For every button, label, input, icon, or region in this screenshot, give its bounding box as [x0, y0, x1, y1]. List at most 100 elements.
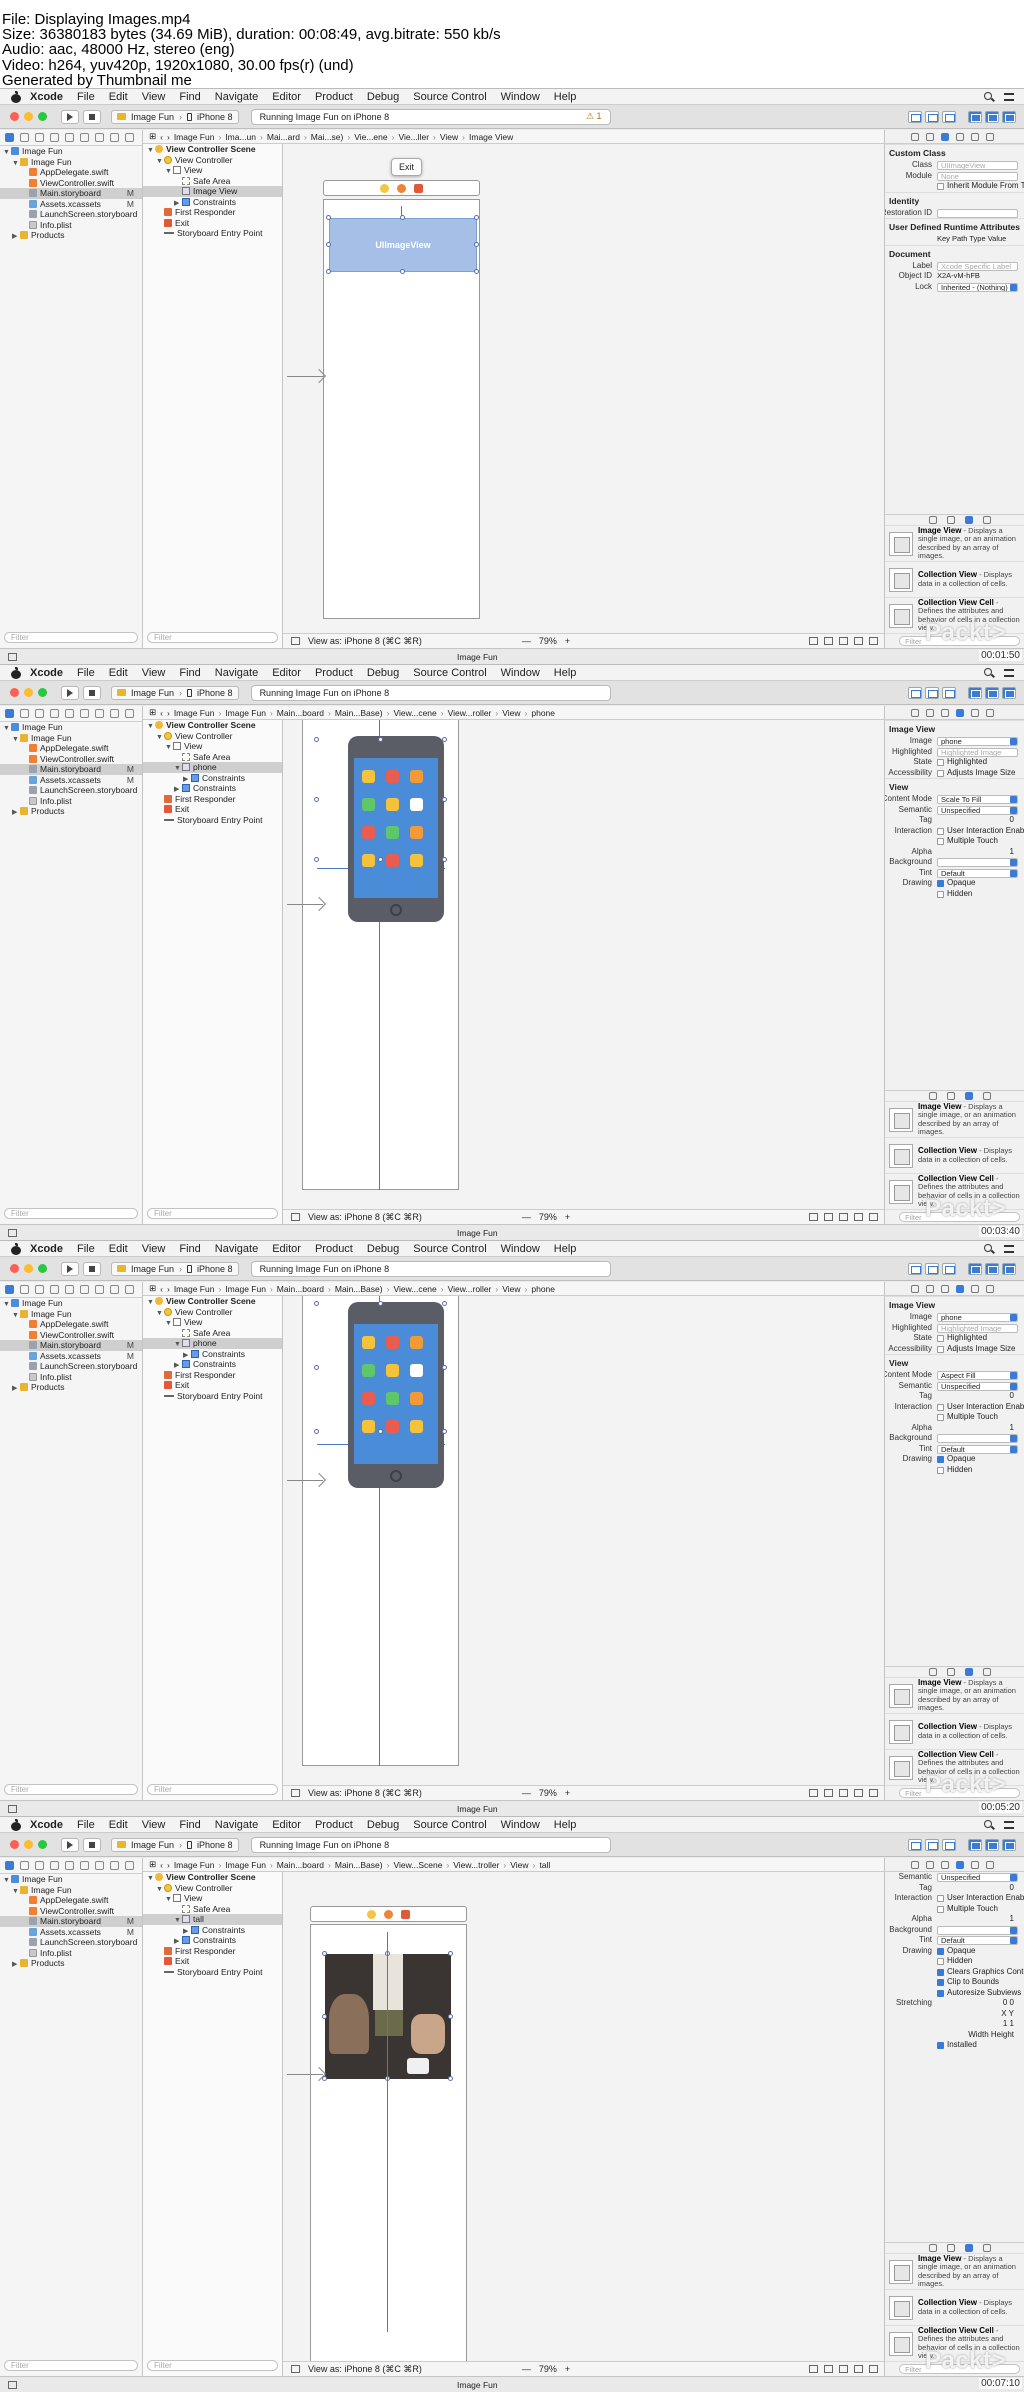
size-inspector-icon[interactable]	[971, 1860, 979, 1869]
inspector-toggle-icon[interactable]	[1002, 1262, 1016, 1275]
attributes-inspector-icon[interactable]	[956, 132, 964, 141]
breadcrumb-item[interactable]: Image Fun	[174, 1860, 215, 1870]
run-button[interactable]	[61, 685, 79, 700]
resize-handle[interactable]	[314, 797, 319, 802]
identity-inspector-icon[interactable]	[941, 132, 949, 141]
property-number[interactable]: 1	[1010, 1914, 1014, 1925]
library-item[interactable]: Image View - Displays a single image, or…	[885, 1678, 1024, 1714]
file-tree-item[interactable]: ▼ Image Fun	[0, 146, 142, 157]
menu-window[interactable]: Window	[501, 91, 540, 103]
outline-item[interactable]: Storyboard Entry Point	[143, 228, 282, 239]
property-number[interactable]: 0	[1010, 1391, 1014, 1402]
property-checkbox[interactable]	[937, 1958, 944, 1965]
resize-handle[interactable]	[442, 797, 447, 802]
navigator-tab-debug-icon[interactable]	[95, 133, 104, 142]
apple-icon[interactable]	[10, 666, 22, 679]
object-library-icon[interactable]	[965, 1668, 973, 1676]
attributes-inspector-icon[interactable]	[956, 1860, 964, 1869]
library-item[interactable]: Image View - Displays a single image, or…	[885, 526, 1024, 562]
navigator-toggle-icon[interactable]	[968, 686, 982, 699]
resize-handle[interactable]	[448, 2013, 453, 2019]
attributes-inspector-icon[interactable]	[956, 708, 964, 717]
menu-source-control[interactable]: Source Control	[413, 1819, 486, 1831]
property-checkbox[interactable]	[937, 1456, 944, 1463]
resolve-issues-icon[interactable]	[869, 637, 878, 645]
breadcrumb-item[interactable]: Main...Base)	[335, 708, 383, 718]
file-tree-item[interactable]: Main.storyboard M	[0, 1340, 142, 1351]
navigator-tab-report-icon[interactable]	[125, 709, 134, 718]
outline-filter-input[interactable]: Filter	[147, 632, 278, 643]
outline-item[interactable]: ▼ View Controller Scene	[143, 1872, 282, 1883]
zoom-window-button[interactable]	[38, 112, 47, 121]
property-checkbox[interactable]	[937, 1895, 944, 1902]
media-library-icon[interactable]	[983, 2244, 991, 2252]
property-field[interactable]: Unspecified	[937, 1381, 1018, 1391]
attributes-inspector-icon[interactable]	[956, 1284, 964, 1293]
resize-handle[interactable]	[448, 1951, 453, 1956]
back-icon[interactable]: ‹	[160, 1284, 163, 1294]
size-inspector-icon[interactable]	[971, 132, 979, 141]
breadcrumb-item[interactable]: View...roller	[448, 708, 492, 718]
file-tree-item[interactable]: LaunchScreen.storyboard	[0, 1937, 142, 1948]
update-frames-icon[interactable]	[809, 2365, 818, 2373]
file-tree-item[interactable]: Info.plist	[0, 796, 142, 807]
first-responder-icon[interactable]	[397, 183, 406, 193]
file-tree-item[interactable]: ▼ Image Fun	[0, 1874, 142, 1885]
stack-icon[interactable]	[824, 1213, 833, 1221]
property-field[interactable]: Default	[937, 1936, 1018, 1945]
debug-area-toggle-icon[interactable]	[985, 110, 999, 123]
quick-help-icon[interactable]	[926, 132, 934, 141]
property-field[interactable]: phone	[937, 1313, 1018, 1322]
menu-view[interactable]: View	[142, 667, 166, 679]
breadcrumb-item[interactable]: phone	[531, 1284, 555, 1294]
outline-item[interactable]: ▶ Constraints	[143, 1925, 282, 1936]
media-library-icon[interactable]	[983, 1668, 991, 1676]
align-icon[interactable]	[839, 637, 848, 645]
outline-item[interactable]: ▼ phone	[143, 762, 282, 773]
object-library-icon[interactable]	[965, 2244, 973, 2252]
property-checkbox[interactable]	[937, 1414, 944, 1421]
file-tree-item[interactable]: Assets.xcassets M	[0, 1927, 142, 1938]
assistant-editor-icon[interactable]	[925, 1262, 939, 1275]
object-library-icon[interactable]	[965, 516, 973, 524]
standard-editor-icon[interactable]	[908, 110, 922, 123]
close-window-button[interactable]	[10, 1840, 19, 1849]
scheme-selector[interactable]: Image Fun › iPhone 8	[111, 685, 239, 700]
menu-debug[interactable]: Debug	[367, 1819, 399, 1831]
navigator-toggle-icon[interactable]	[968, 1838, 982, 1851]
menu-edit[interactable]: Edit	[109, 91, 128, 103]
outline-item[interactable]: Safe Area	[143, 176, 282, 187]
property-checkbox[interactable]	[937, 2042, 944, 2049]
menu-debug[interactable]: Debug	[367, 91, 399, 103]
connections-inspector-icon[interactable]	[986, 708, 994, 717]
navigator-tab-source-control-icon[interactable]	[20, 1285, 29, 1294]
breadcrumb-item[interactable]: Image Fun	[225, 708, 266, 718]
zoom-in-button[interactable]: +	[565, 1788, 570, 1798]
outline-filter-input[interactable]: Filter	[147, 1784, 278, 1795]
breadcrumb-item[interactable]: Main...board	[277, 708, 324, 718]
warning-badge[interactable]: ⚠ 1	[586, 111, 602, 122]
file-tree-item[interactable]: Info.plist	[0, 1372, 142, 1383]
property-field[interactable]: Inherited - (Nothing)	[937, 282, 1018, 292]
file-tree-item[interactable]: Main.storyboard M	[0, 1916, 142, 1927]
outline-item[interactable]: Storyboard Entry Point	[143, 815, 282, 826]
identity-inspector-icon[interactable]	[941, 1284, 949, 1293]
quick-help-icon[interactable]	[926, 1284, 934, 1293]
outline-item[interactable]: ▶ Constraints	[143, 783, 282, 794]
navigator-tab-find-icon[interactable]	[50, 1861, 59, 1870]
image-view-placeholder[interactable]: UIImageView	[329, 218, 477, 272]
property-number[interactable]: 0	[1010, 1883, 1014, 1894]
breadcrumb-item[interactable]: View...cene	[393, 708, 436, 718]
property-number[interactable]: 1	[1010, 1423, 1014, 1434]
breadcrumb-item[interactable]: Mai...se)	[311, 132, 344, 142]
outline-item[interactable]: ▼ View Controller	[143, 1307, 282, 1318]
hide-debug-icon[interactable]	[8, 1804, 17, 1813]
property-field[interactable]: Highlighted Image	[937, 747, 1018, 757]
view-as-device[interactable]: View as: iPhone 8 (⌘C ⌘R)	[308, 2364, 422, 2375]
property-checkbox[interactable]	[937, 183, 944, 190]
menu-product[interactable]: Product	[315, 667, 353, 679]
resize-handle[interactable]	[378, 737, 383, 742]
resize-handle[interactable]	[474, 215, 479, 220]
property-number[interactable]: 0 0	[1003, 1998, 1014, 2009]
file-tree-item[interactable]: Assets.xcassets M	[0, 199, 142, 210]
